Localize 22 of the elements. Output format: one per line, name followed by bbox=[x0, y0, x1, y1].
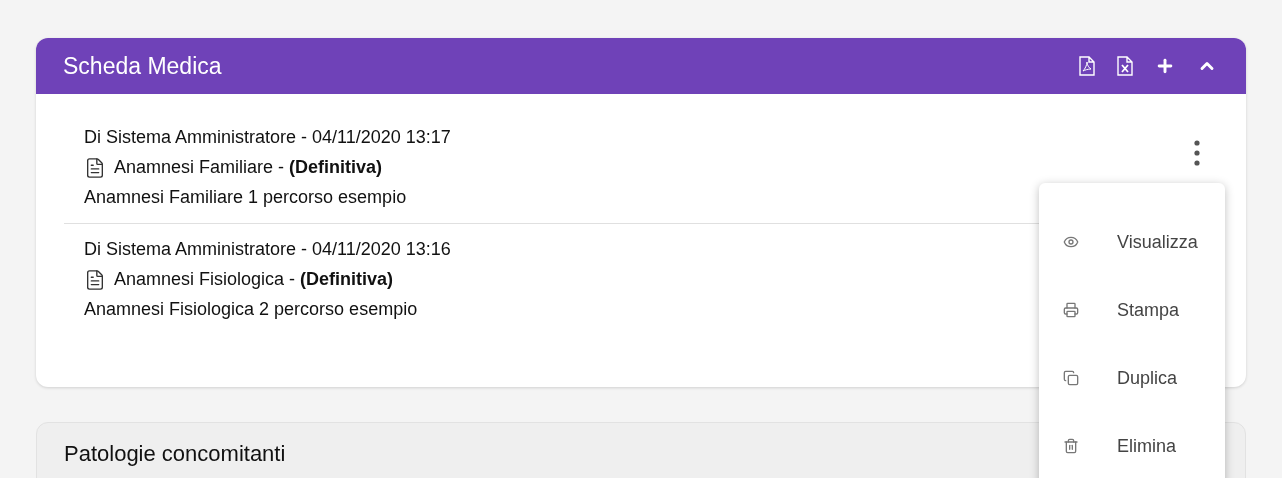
card-title: Patologie concomitanti bbox=[64, 441, 286, 466]
entry-description: Anamnesi Familiare 1 percorso esempio bbox=[84, 186, 407, 209]
menu-item[interactable]: Stampa bbox=[1039, 275, 1225, 345]
copy-icon bbox=[1063, 370, 1079, 386]
eye-icon bbox=[1063, 234, 1079, 250]
card-title: Scheda Medica bbox=[63, 51, 223, 81]
entry-title: Anamnesi Familiare - (Definitiva) bbox=[114, 156, 383, 179]
entry-author-date: Di Sistema Amministratore - 04/11/2020 13:16 bbox=[84, 238, 451, 261]
more-options-icon[interactable] bbox=[1194, 140, 1200, 166]
entry-description: Anamnesi Fisiologica 2 percorso esempio bbox=[84, 298, 418, 321]
menu-item[interactable]: Duplica bbox=[1039, 343, 1225, 413]
excel-file-icon[interactable] bbox=[1117, 56, 1133, 76]
pdf-file-icon[interactable] bbox=[1079, 56, 1095, 76]
menu-item[interactable]: Elimina bbox=[1039, 411, 1225, 478]
document-icon bbox=[84, 156, 106, 179]
document-icon bbox=[84, 268, 106, 291]
menu-item[interactable]: Visualizza bbox=[1039, 207, 1225, 277]
entry-title: Anamnesi Fisiologica - (Definitiva) bbox=[114, 268, 394, 291]
printer-icon bbox=[1063, 302, 1079, 318]
entry-author-date: Di Sistema Amministratore - 04/11/2020 13:17 bbox=[84, 126, 451, 149]
add-icon[interactable] bbox=[1155, 56, 1175, 76]
trash-icon bbox=[1063, 438, 1079, 454]
